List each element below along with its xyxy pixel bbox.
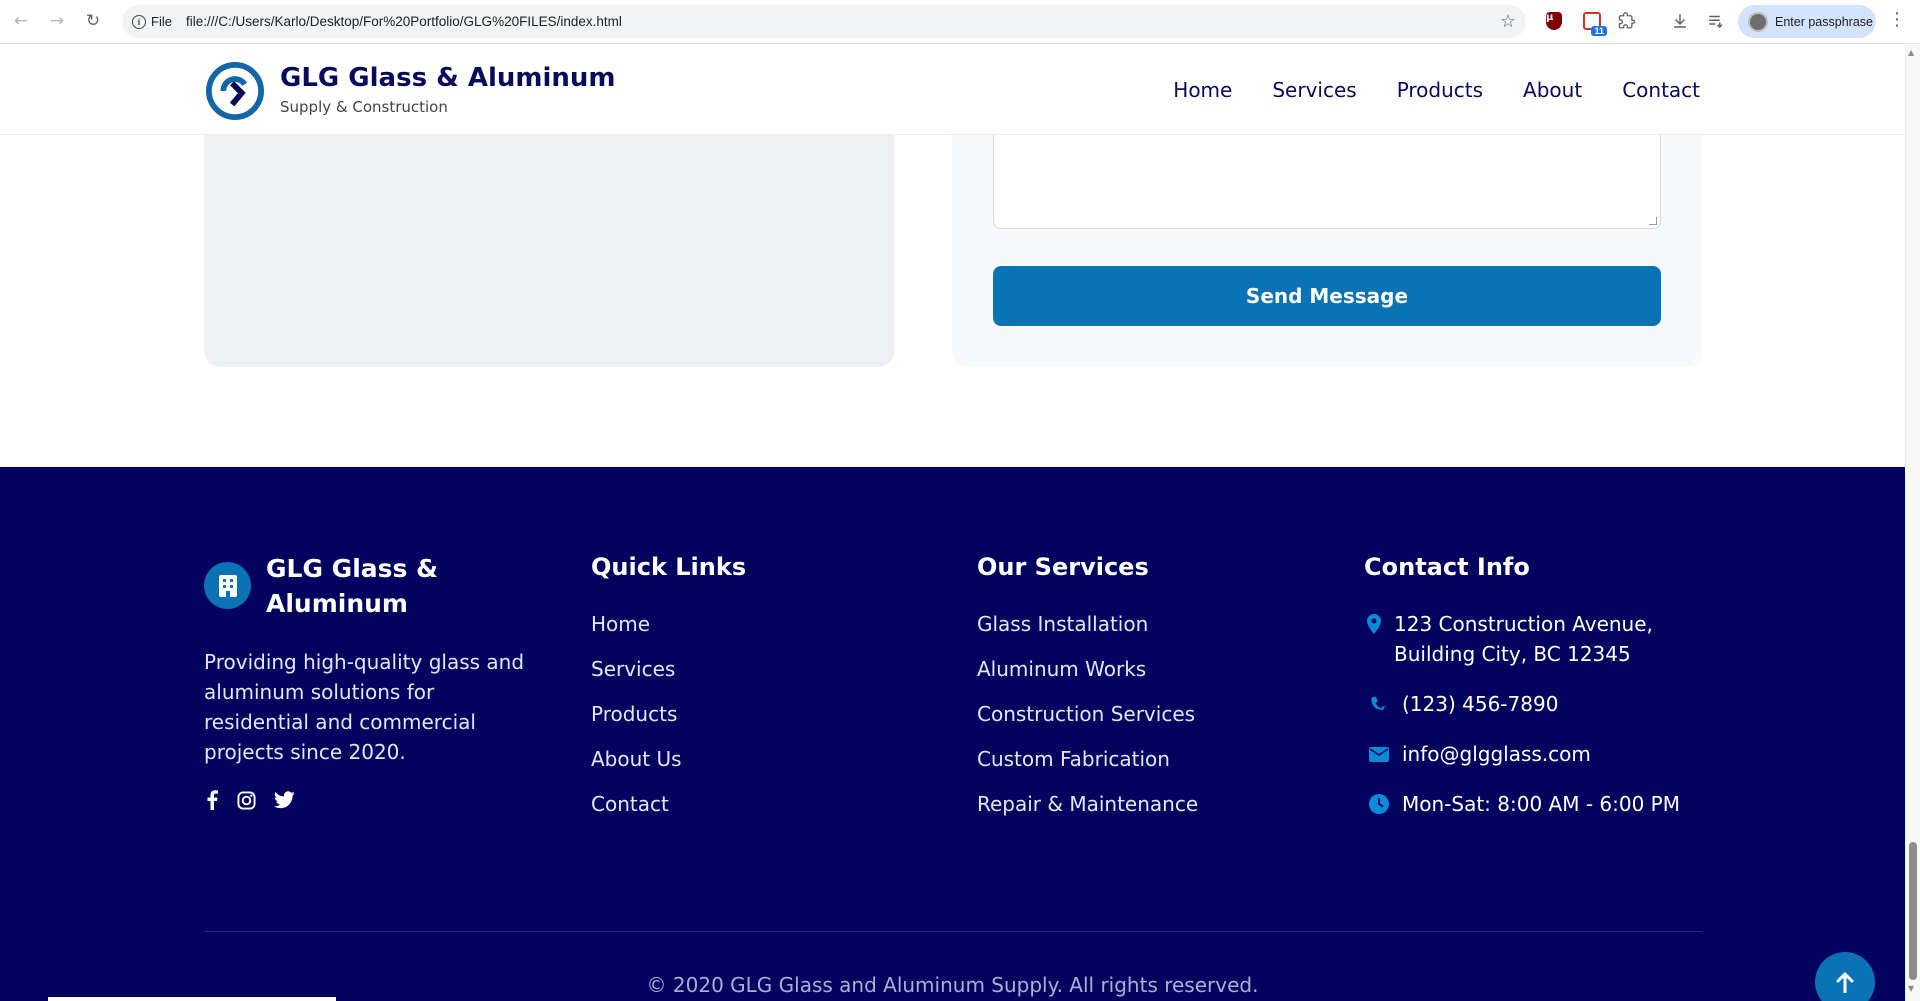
scroll-down-icon[interactable]: ▼ <box>1908 984 1914 993</box>
info-icon[interactable]: i <box>132 14 146 29</box>
contact-address: 123 Construction Avenue, Building City, … <box>1364 609 1653 669</box>
quick-link-contact[interactable]: Contact <box>591 789 682 834</box>
business-hours: Mon-Sat: 8:00 AM - 6:00 PM <box>1402 792 1680 816</box>
scroll-up-icon[interactable]: ▲ <box>1908 48 1914 57</box>
extension-badge: 11 <box>1591 26 1607 36</box>
services-heading: Our Services <box>977 553 1149 581</box>
quick-link-products[interactable]: Products <box>591 699 682 744</box>
site-header: GLG Glass & Aluminum Supply & Constructi… <box>0 45 1905 135</box>
service-link-aluminum-works[interactable]: Aluminum Works <box>977 654 1198 699</box>
download-icon[interactable] <box>1669 10 1691 32</box>
site-footer: GLG Glass & Aluminum Providing high-qual… <box>0 467 1905 1001</box>
quick-links-heading: Quick Links <box>591 553 747 581</box>
arrow-up-icon <box>1836 972 1854 993</box>
service-link-custom-fabrication[interactable]: Custom Fabrication <box>977 744 1198 789</box>
contact-email: info@glgglass.com <box>1364 739 1591 769</box>
page-viewport: Send Message GLG Glass & Aluminum Supply… <box>0 45 1905 1001</box>
quick-link-services[interactable]: Services <box>591 654 682 699</box>
scrollbar-thumb[interactable] <box>1909 842 1917 980</box>
instagram-icon[interactable] <box>234 788 258 812</box>
address-bar[interactable]: i File file:///C:/Users/Karlo/Desktop/Fo… <box>122 5 1526 38</box>
nav-services[interactable]: Services <box>1272 78 1356 102</box>
extension-icon[interactable]: 11 <box>1581 10 1607 36</box>
forward-icon[interactable]: → <box>40 4 74 38</box>
ublock-icon[interactable]: μ <box>1543 10 1565 32</box>
facebook-icon[interactable] <box>200 788 224 812</box>
main-nav: Home Services Products About Contact <box>1173 45 1700 135</box>
bottom-strip <box>48 997 336 1001</box>
contact-hours: Mon-Sat: 8:00 AM - 6:00 PM <box>1364 789 1680 819</box>
contact-info-heading: Contact Info <box>1364 553 1530 581</box>
profile-label: Enter passphrase <box>1775 14 1873 29</box>
clock-icon <box>1364 789 1394 819</box>
nav-about[interactable]: About <box>1523 78 1582 102</box>
phone-icon <box>1364 689 1394 719</box>
address-line-1: 123 Construction Avenue, <box>1394 612 1653 636</box>
reload-icon[interactable]: ↻ <box>76 4 110 38</box>
copyright-text: © 2020 GLG Glass and Aluminum Supply. Al… <box>646 973 1259 997</box>
footer-description: Providing high-quality glass and aluminu… <box>204 650 525 764</box>
avatar <box>1748 11 1768 32</box>
nav-products[interactable]: Products <box>1397 78 1483 102</box>
resize-handle-icon[interactable] <box>1649 217 1657 225</box>
quick-link-about[interactable]: About Us <box>591 744 682 789</box>
brand-name[interactable]: GLG Glass & Aluminum <box>280 63 616 93</box>
browser-toolbar: ← → ↻ i File file:///C:/Users/Karlo/Desk… <box>0 0 1920 44</box>
twitter-icon[interactable] <box>272 788 296 812</box>
footer-divider <box>204 931 1702 932</box>
menu-icon[interactable]: ⋮ <box>1888 9 1906 30</box>
building-icon <box>204 562 251 609</box>
reading-list-icon[interactable] <box>1705 10 1727 32</box>
envelope-icon <box>1364 739 1394 769</box>
brand-tagline: Supply & Construction <box>280 98 448 116</box>
profile-button[interactable]: Enter passphrase <box>1738 5 1876 38</box>
footer-brand-name: GLG Glass & Aluminum <box>266 554 438 618</box>
service-link-glass-installation[interactable]: Glass Installation <box>977 609 1198 654</box>
service-link-construction[interactable]: Construction Services <box>977 699 1198 744</box>
services-list: Glass Installation Aluminum Works Constr… <box>977 609 1198 834</box>
service-link-repair[interactable]: Repair & Maintenance <box>977 789 1198 834</box>
back-to-top-button[interactable] <box>1815 952 1875 1001</box>
back-icon[interactable]: ← <box>4 4 38 38</box>
address-scheme-label: File <box>151 14 172 29</box>
email-address[interactable]: info@glgglass.com <box>1402 739 1591 769</box>
send-message-button[interactable]: Send Message <box>993 266 1661 326</box>
address-line-2: Building City, BC 12345 <box>1394 642 1631 666</box>
puzzle-icon[interactable] <box>1616 10 1638 32</box>
map-pin-icon <box>1364 609 1384 639</box>
address-url[interactable]: file:///C:/Users/Karlo/Desktop/For%20Por… <box>186 14 622 29</box>
phone-number[interactable]: (123) 456-7890 <box>1402 689 1558 719</box>
logo-icon[interactable] <box>206 62 264 120</box>
quick-link-home[interactable]: Home <box>591 609 682 654</box>
contact-phone: (123) 456-7890 <box>1364 689 1558 719</box>
nav-home[interactable]: Home <box>1173 78 1232 102</box>
nav-contact[interactable]: Contact <box>1622 78 1700 102</box>
star-icon[interactable]: ☆ <box>1500 11 1516 32</box>
quick-links-list: Home Services Products About Us Contact <box>591 609 682 834</box>
